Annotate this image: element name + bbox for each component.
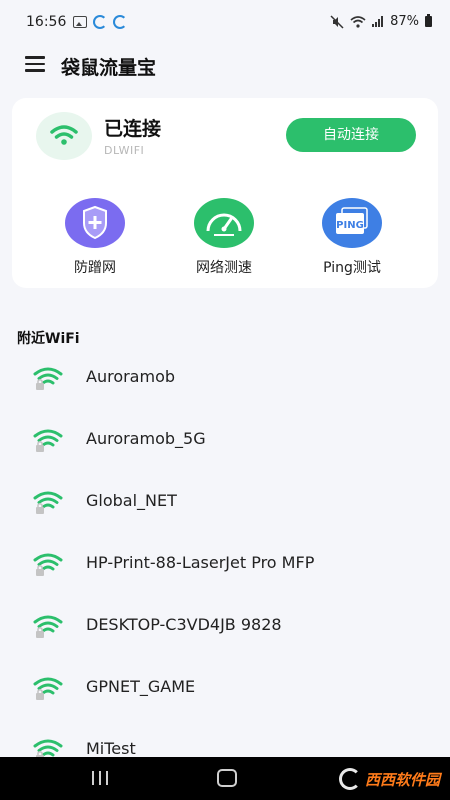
sync-icon	[113, 15, 127, 29]
watermark-text: 西西软件园	[364, 770, 440, 789]
battery-icon	[425, 14, 432, 27]
wifi-ssid: GPNET_GAME	[86, 677, 196, 696]
status-time: 16:56	[26, 14, 67, 30]
tool-label: 防蹭网	[74, 260, 116, 276]
connected-ssid: DLWIFI	[104, 144, 145, 157]
wifi-network-row[interactable]: GPNET_GAME	[0, 665, 450, 715]
connection-status: 已连接	[104, 118, 162, 140]
wifi-ssid: Global_NET	[86, 491, 177, 510]
status-bar: 16:56 87%	[0, 0, 450, 44]
nearby-wifi-title: 附近WiFi	[17, 331, 80, 347]
wifi-ssid: MiTest	[86, 739, 136, 758]
wifi-locked-icon	[33, 427, 63, 453]
signal-icon	[372, 16, 384, 27]
tool-label: Ping测试	[323, 260, 381, 276]
watermark-c-icon	[338, 768, 361, 790]
app-title: 袋鼠流量宝	[61, 57, 157, 79]
recent-apps-button[interactable]	[92, 771, 108, 785]
anti-leech-button[interactable]: 防蹭网	[50, 198, 140, 277]
connected-wifi-icon	[36, 112, 92, 160]
sync-icon	[93, 15, 107, 29]
speedometer-icon	[194, 198, 254, 248]
wifi-ssid: Auroramob	[86, 367, 176, 386]
battery-level: 87%	[390, 14, 419, 29]
wifi-network-row[interactable]: Auroramob_5G	[0, 417, 450, 467]
svg-text:PING: PING	[336, 220, 364, 231]
connection-card: 已连接 DLWIFI 自动连接 防蹭网 网络测速 PING Ping测试	[12, 98, 438, 288]
wifi-locked-icon	[33, 489, 63, 515]
wifi-locked-icon	[33, 551, 63, 577]
notification-icons	[73, 15, 127, 29]
menu-icon[interactable]	[25, 56, 45, 72]
app-header: 袋鼠流量宝	[0, 44, 450, 88]
wifi-locked-icon	[33, 613, 63, 639]
ping-test-button[interactable]: PING Ping测试	[307, 198, 397, 277]
wifi-network-row[interactable]: DESKTOP-C3VD4JB 9828	[0, 603, 450, 653]
wifi-ssid: Auroramob_5G	[86, 429, 206, 448]
wifi-network-row[interactable]: Global_NET	[0, 479, 450, 529]
system-icons: 87%	[330, 14, 432, 29]
wifi-ssid: DESKTOP-C3VD4JB 9828	[86, 615, 282, 634]
system-nav-bar: 西西软件园	[0, 757, 450, 800]
watermark-logo: 西西软件园	[338, 765, 440, 793]
ping-icon: PING	[322, 198, 382, 248]
wifi-locked-icon	[33, 675, 63, 701]
auto-connect-button[interactable]: 自动连接	[286, 118, 416, 152]
shield-plus-icon	[65, 198, 125, 248]
gallery-icon	[73, 16, 87, 28]
home-button[interactable]	[217, 769, 237, 787]
wifi-status-icon	[350, 15, 366, 28]
wifi-network-row[interactable]: Auroramob	[0, 355, 450, 405]
mute-icon	[330, 14, 344, 29]
wifi-ssid: HP-Print-88-LaserJet Pro MFP	[86, 553, 315, 572]
tool-label: 网络测速	[196, 260, 252, 276]
speed-test-button[interactable]: 网络测速	[179, 198, 269, 277]
wifi-locked-icon	[33, 365, 63, 391]
wifi-network-row[interactable]: HP-Print-88-LaserJet Pro MFP	[0, 541, 450, 591]
